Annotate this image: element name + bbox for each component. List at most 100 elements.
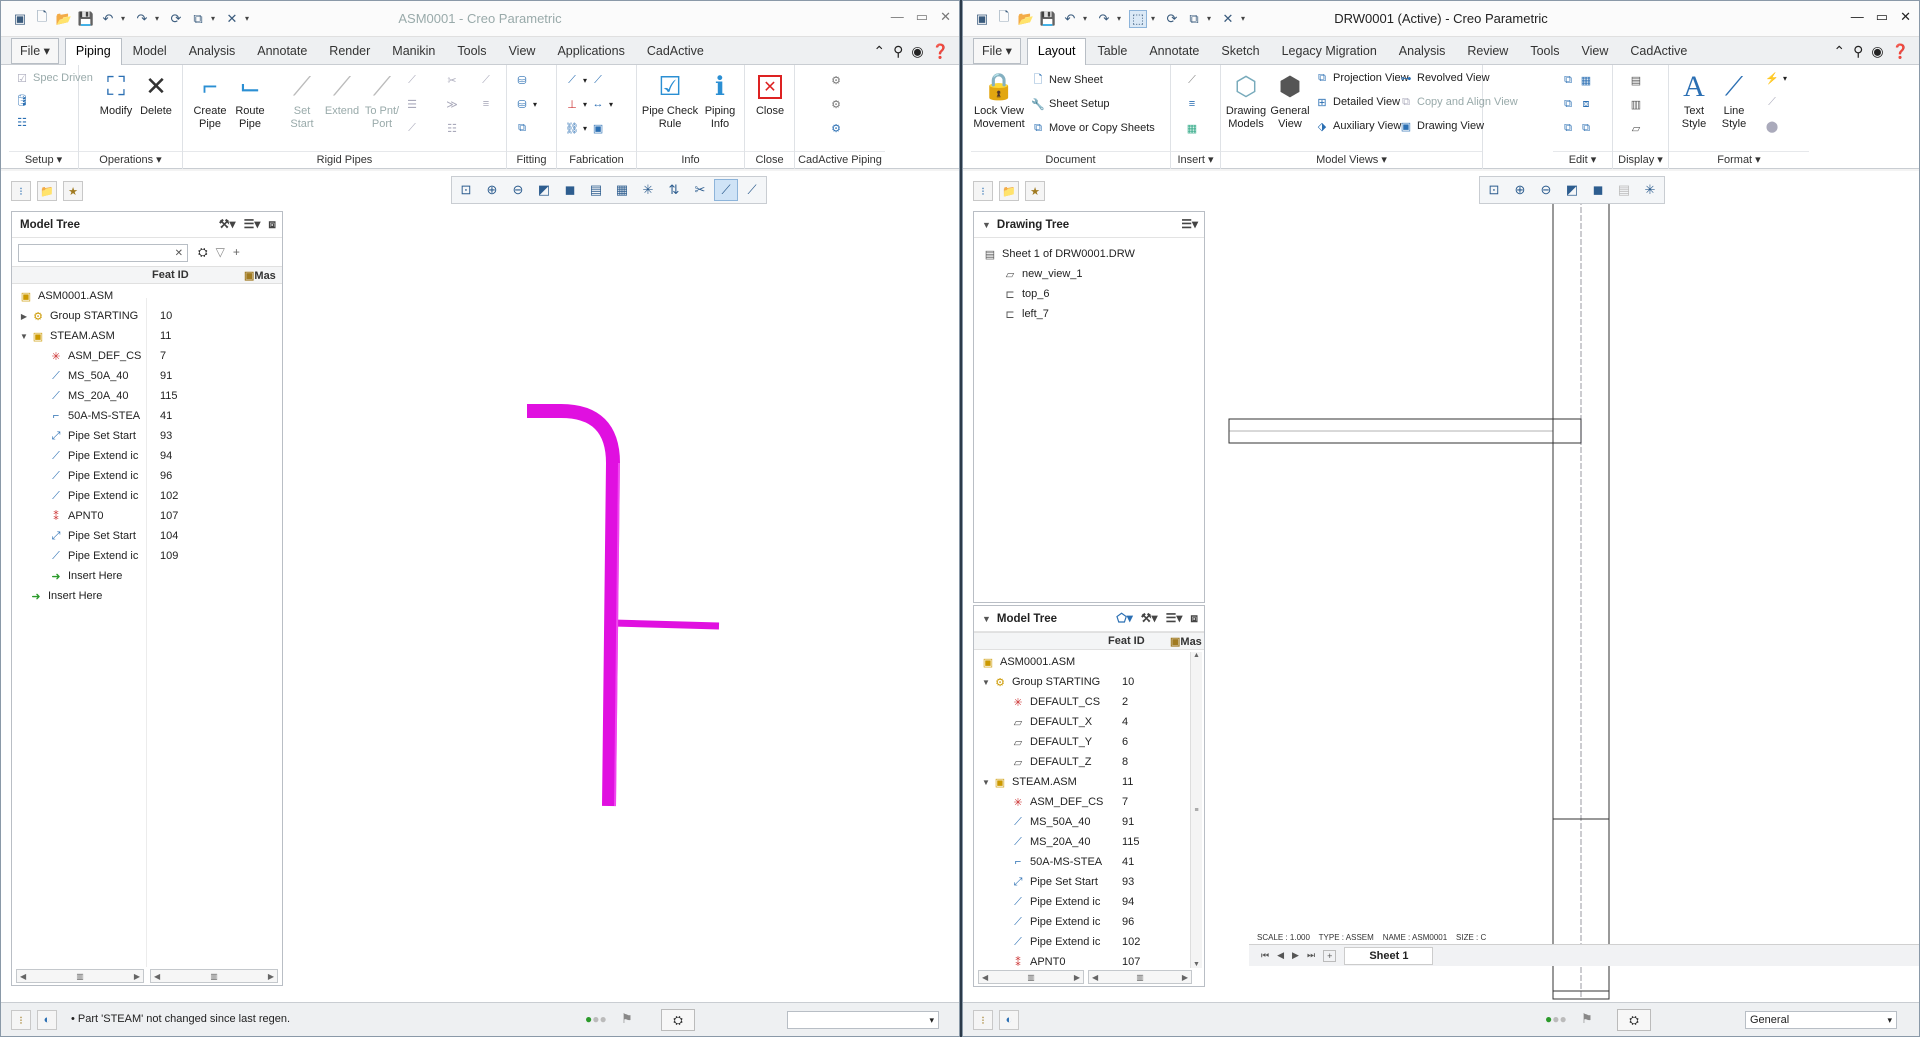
group-label-operations[interactable]: Operations ▾ <box>79 151 182 167</box>
community-icon[interactable]: ◉ <box>1871 43 1883 60</box>
redo-icon[interactable]: ↷ <box>133 10 151 28</box>
extend-button[interactable]: ⟋ Extend <box>321 69 363 118</box>
format-tool-1[interactable]: ⚡ ▾ <box>1765 71 1787 85</box>
datum-display-icon[interactable]: ✳ <box>636 179 660 201</box>
tree-settings-icon[interactable]: ⚒▾ <box>219 217 236 232</box>
tree-show-icon[interactable]: ☰▾ <box>1166 611 1183 626</box>
tree-row[interactable]: ⤢ Pipe Set Start 93 <box>974 872 1190 892</box>
windows-icon[interactable]: ⧉ <box>1185 10 1203 28</box>
repaint-icon[interactable]: ◩ <box>532 179 556 201</box>
clear-search-icon[interactable]: ✕ <box>175 248 183 259</box>
tree-row[interactable]: ⟋ MS_50A_40 91 <box>974 812 1190 832</box>
tab-review[interactable]: Review <box>1456 38 1519 64</box>
tree-filter-icon[interactable]: ⧈ <box>1190 611 1198 626</box>
tree-filter-icon[interactable]: ⧈ <box>268 217 276 232</box>
tree-settings-icon[interactable]: ⚒▾ <box>1141 611 1158 626</box>
zoom-in-icon[interactable]: ⊕ <box>480 179 504 201</box>
windows-dropdown-icon[interactable]: ▾ <box>1207 14 1215 23</box>
collapse-icon[interactable]: ▼ <box>18 332 30 341</box>
piping-setup-button[interactable]: 🛢 <box>15 93 29 107</box>
tree-hscroll-left[interactable]: ◀ ▥ ▶ <box>978 970 1084 984</box>
saved-views-icon[interactable]: ▤ <box>584 179 608 201</box>
regenerate-icon[interactable]: ⟳ <box>1163 10 1181 28</box>
tree-row[interactable]: ▼ ▣ STEAM.ASM 11 <box>12 326 282 346</box>
tree-row[interactable]: ⌐ 50A-MS-STEA 41 <box>974 852 1190 872</box>
tree-hscroll-right[interactable]: ◀ ▥ ▶ <box>1088 970 1192 984</box>
drawing-tree-row[interactable]: ▤ Sheet 1 of DRW0001.DRW <box>974 244 1204 264</box>
redo-icon[interactable]: ↷ <box>1095 10 1113 28</box>
tab-analysis[interactable]: Analysis <box>1388 38 1457 64</box>
redo-dropdown-icon[interactable]: ▾ <box>155 14 163 23</box>
community-icon[interactable]: ◉ <box>911 43 923 60</box>
repaint-icon[interactable]: ◩ <box>1560 179 1584 201</box>
tab-legacy-migration[interactable]: Legacy Migration <box>1271 38 1388 64</box>
tree-row[interactable]: ▱ DEFAULT_Y 6 <box>974 732 1190 752</box>
display-tool-3[interactable]: ▱ <box>1629 121 1643 135</box>
model-tree-tab-icon[interactable]: ⁝ <box>11 181 31 201</box>
display-style-icon[interactable]: ◼ <box>558 179 582 201</box>
rigid-pipe-tool-2[interactable]: ☰ <box>405 97 419 111</box>
display-style-icon[interactable]: ◼ <box>1586 179 1610 201</box>
tree-row[interactable]: ✳ ASM_DEF_CS 7 <box>12 346 282 366</box>
zoom-out-icon[interactable]: ⊖ <box>506 179 530 201</box>
spin-center-icon[interactable]: ⇅ <box>662 179 686 201</box>
tree-hscroll-right[interactable]: ◀ ▥ ▶ <box>150 969 278 983</box>
display-tool-1[interactable]: ▤ <box>1629 73 1643 87</box>
flag-icon[interactable]: ⚑ <box>621 1011 633 1027</box>
tree-row[interactable]: ✳ DEFAULT_CS 2 <box>974 692 1190 712</box>
column-mas[interactable]: ▣Mas <box>1170 635 1202 648</box>
group-label-format[interactable]: Format ▾ <box>1669 151 1809 167</box>
tree-row[interactable]: ▣ ASM0001.ASM <box>12 286 282 306</box>
tab-cadactive[interactable]: CadActive <box>1619 38 1698 64</box>
tab-file[interactable]: File ▾ <box>11 38 59 64</box>
refit-icon[interactable]: ⊡ <box>454 179 478 201</box>
select-dropdown-icon[interactable]: ▾ <box>1151 14 1159 23</box>
selection-filter-select[interactable]: ▾ <box>787 1011 939 1029</box>
tree-row[interactable]: ⟋ Pipe Extend ic 102 <box>974 932 1190 952</box>
piping-info-button[interactable]: ℹ Piping Info <box>699 69 741 131</box>
find-icon[interactable]: ⛭ <box>198 245 208 260</box>
select-box-icon[interactable]: ⬚ <box>1129 9 1147 28</box>
tree-row[interactable]: ⁑ APNT0 107 <box>12 506 282 526</box>
tab-annotate[interactable]: Annotate <box>1138 38 1210 64</box>
drawing-tree-row[interactable]: ▱ new_view_1 <box>974 264 1204 284</box>
tab-render[interactable]: Render <box>318 38 381 64</box>
tree-row[interactable]: ▶ ⚙ Group STARTING_ 10 <box>12 306 282 326</box>
drawing-models-button[interactable]: ⬡ Drawing Models <box>1225 69 1267 131</box>
tab-layout[interactable]: Layout <box>1026 38 1087 65</box>
annotation-display-icon[interactable]: ✂ <box>688 179 712 201</box>
undo-dropdown-icon[interactable]: ▾ <box>121 14 129 23</box>
maximize-icon[interactable]: ▭ <box>916 9 928 25</box>
selection-filter-select[interactable]: General ▾ <box>1745 1011 1897 1029</box>
new-sheet-button[interactable]: 🗋 New Sheet <box>1031 73 1103 87</box>
tree-row[interactable]: ⟋ MS_20A_40 115 <box>12 386 282 406</box>
toggle-navigator-icon[interactable]: ⁝ <box>11 1010 31 1030</box>
refit-icon[interactable]: ⊡ <box>1482 179 1506 201</box>
pipe-display-icon[interactable]: ⟋ <box>714 179 738 201</box>
projection-view-button[interactable]: ⧉ Projection View <box>1315 71 1409 85</box>
drawing-tree-row[interactable]: ⊏ left_7 <box>974 304 1204 324</box>
tree-row[interactable]: ⤢ Pipe Set Start 104 <box>12 526 282 546</box>
minimize-icon[interactable]: — <box>1851 9 1864 25</box>
undo-dropdown-icon[interactable]: ▾ <box>1083 14 1091 23</box>
tree-row[interactable]: ▼ ▣ STEAM.ASM 11 <box>974 772 1190 792</box>
tab-cadactive[interactable]: CadActive <box>636 38 715 64</box>
tab-model[interactable]: Model <box>122 38 178 64</box>
main-pipe[interactable] <box>527 404 621 807</box>
tab-view[interactable]: View <box>498 38 547 64</box>
tree-row[interactable]: ⟋ MS_20A_40 115 <box>974 832 1190 852</box>
fitting-insert-button[interactable]: ⛁ <box>515 73 529 87</box>
collapse-panel-icon[interactable]: ▼ <box>982 220 991 230</box>
redo-dropdown-icon[interactable]: ▾ <box>1117 14 1125 23</box>
spec-table-button[interactable]: ☷ <box>15 115 29 129</box>
minimize-ribbon-icon[interactable]: ⌃ <box>1833 43 1845 60</box>
format-tool-2[interactable]: ⟋ <box>1765 95 1779 109</box>
rigid-pipe-tool-6[interactable]: ☷ <box>445 121 459 135</box>
app-icon[interactable]: ▣ <box>973 10 991 28</box>
tree-row[interactable]: ▼ ⚙ Group STARTING_ 10 <box>974 672 1190 692</box>
group-label-setup[interactable]: Setup ▾ <box>9 151 78 167</box>
last-sheet-icon[interactable]: ⏭ <box>1307 950 1315 961</box>
rigid-pipe-tool-5[interactable]: ≫ <box>445 97 459 111</box>
close-icon[interactable]: ✕ <box>1900 9 1911 25</box>
group-label-display[interactable]: Display ▾ <box>1613 151 1668 167</box>
